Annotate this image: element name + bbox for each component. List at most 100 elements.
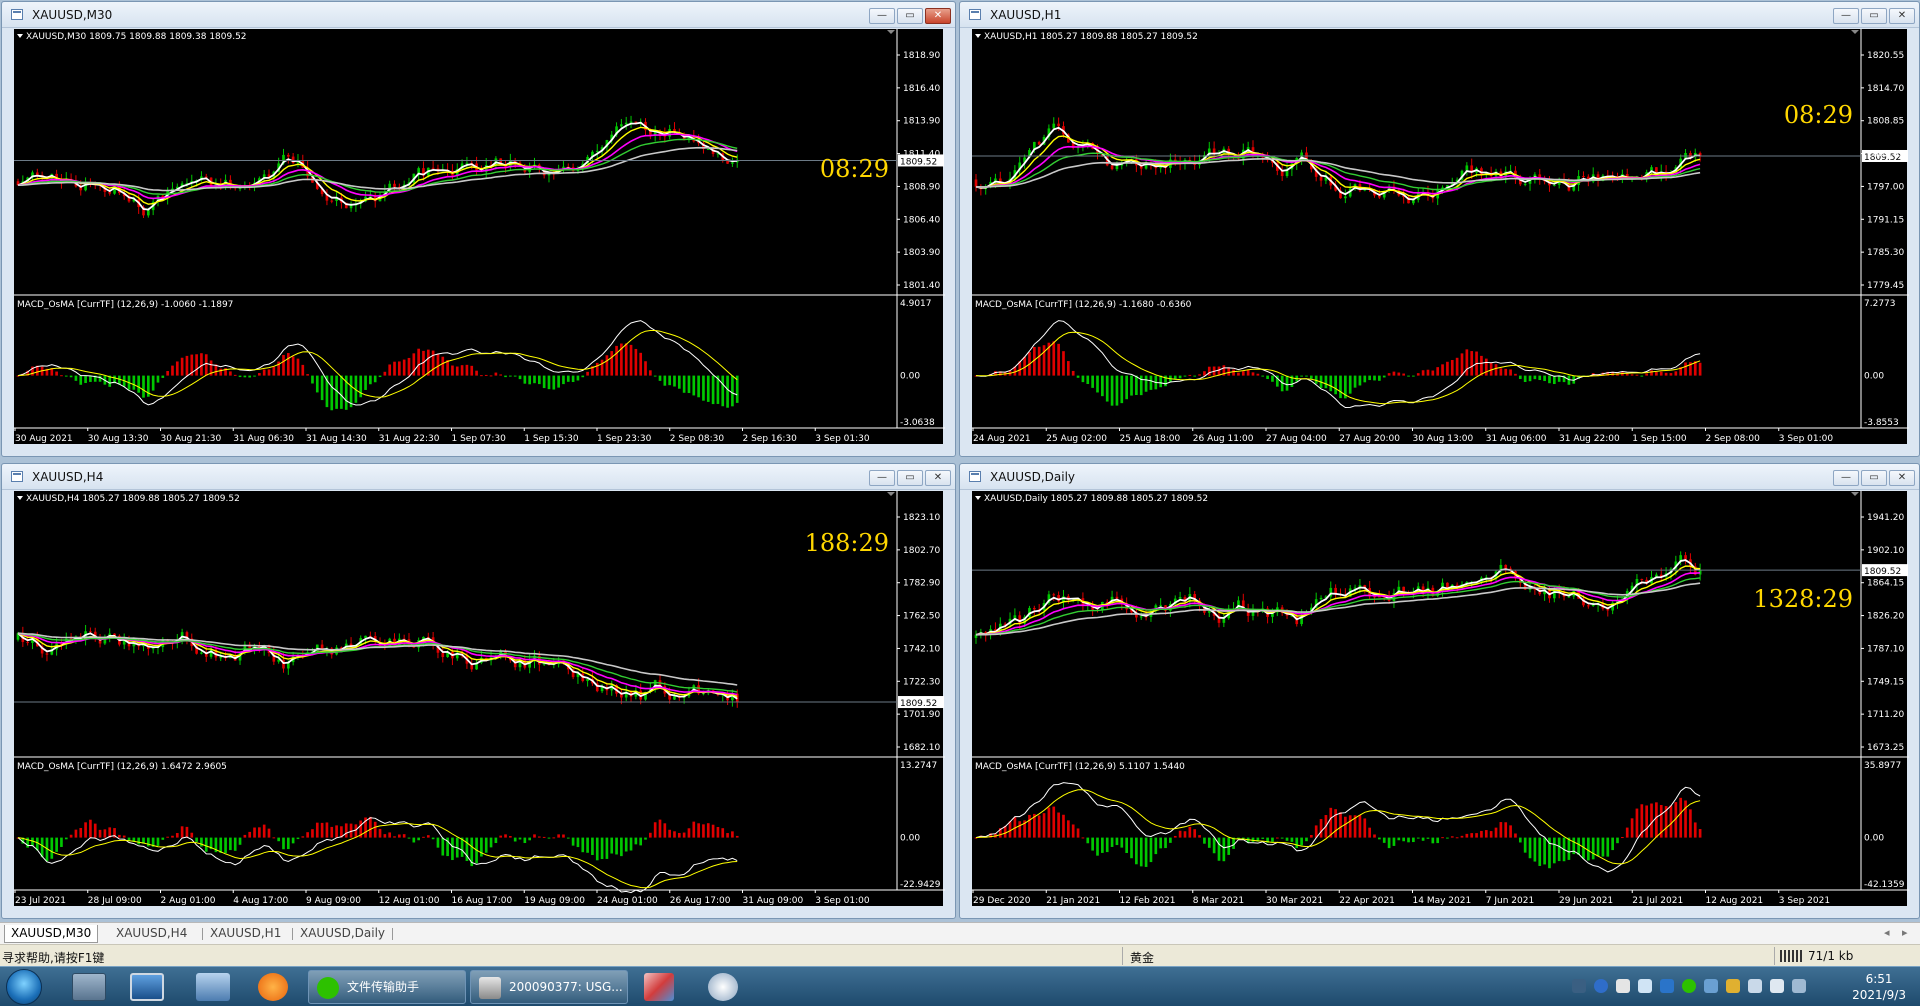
osma-bar [1120,837,1124,848]
tray-help-icon[interactable] [1594,979,1608,993]
osma-bar [1470,351,1474,376]
paint-icon[interactable] [644,973,674,1001]
tray-pin-icon[interactable] [1638,979,1652,993]
osma-bar [537,836,541,838]
osma-bar [344,823,348,838]
tray-display-icon[interactable] [1792,979,1806,993]
chart-shift-marker-icon[interactable] [887,30,895,34]
time-tick-label: 9 Aug 09:00 [306,896,361,906]
info-dropdown-icon[interactable] [17,34,23,38]
maximize-button[interactable]: ▭ [1861,470,1887,486]
osma-bar [1480,355,1483,376]
tray-volume-icon[interactable] [1770,979,1784,993]
osma-bar [1436,367,1440,376]
tray-alert-icon[interactable] [1726,979,1740,993]
window-titlebar[interactable]: XAUUSD,M30 — ▭ ✕ [2,2,955,28]
minimize-button[interactable]: — [1833,8,1859,24]
close-button[interactable]: ✕ [925,470,951,486]
osma-bar [1057,343,1060,376]
osma-bar [586,371,589,376]
osma-bar [1645,805,1648,838]
osma-bar [200,353,203,376]
indicator-info-line: MACD_OsMA [CurrTF] (12,26,9) 5.1107 1.54… [975,762,1185,772]
info-dropdown-icon[interactable] [975,34,981,38]
osma-bar [1689,809,1692,838]
osma-bar [171,835,174,838]
maximize-button[interactable]: ▭ [897,470,923,486]
browser-icon[interactable] [258,973,288,1001]
tab-scroll-right-icon[interactable]: ▸ [1902,926,1908,939]
candle-body [1684,555,1687,560]
clock[interactable]: 6:51 2021/9/3 [1852,971,1906,1003]
osma-bar [69,834,73,838]
osma-bar [1698,829,1702,838]
tab-xauusd-h1[interactable]: XAUUSD,H1 [204,925,287,943]
start-button-icon[interactable] [6,969,42,1005]
tray-device-icon[interactable] [1704,979,1718,993]
chart-canvas[interactable]: 1809.52 1820.55 1814.70 1808.85 1802.85 1797.… [972,29,1909,444]
taskbar-task-mt4[interactable]: 200090377: USG... [470,970,628,1004]
network-icon[interactable] [196,973,230,1001]
tray-wechat-icon[interactable] [1682,979,1696,993]
close-button[interactable]: ✕ [1889,470,1915,486]
chart-window-xauusd-h4[interactable]: XAUUSD,H4 — ▭ ✕ 1809.52 1823.10 1802.70 178… [1,463,956,919]
candle-body [1528,588,1532,590]
chart-window-xauusd-h1[interactable]: XAUUSD,H1 — ▭ ✕ 1809.52 1820.55 1814.70 180… [959,1,1920,457]
macd-line [17,817,738,894]
tab-xauusd-daily[interactable]: XAUUSD,Daily [294,925,391,943]
chart-shift-marker-icon[interactable] [887,492,895,496]
tray-keyboard-icon[interactable] [1572,979,1586,993]
taskbar-task-wechat[interactable]: 文件传输助手 [308,970,466,1004]
osma-bar [1042,813,1046,838]
osma-bar [330,826,334,838]
tab-xauusd-h4[interactable]: XAUUSD,H4 [110,925,193,943]
app-icon[interactable] [708,973,738,1001]
chart-shift-marker-icon[interactable] [1851,30,1859,34]
window-titlebar[interactable]: XAUUSD,Daily — ▭ ✕ [960,464,1919,490]
time-tick-label: 31 Aug 22:30 [379,434,440,444]
chart-window-xauusd-daily[interactable]: XAUUSD,Daily — ▭ ✕ 1809.52 1941.20 1902.10… [959,463,1920,919]
osma-bar [547,837,551,839]
minimize-button[interactable]: — [1833,470,1859,486]
candle-body [1207,611,1211,613]
close-button[interactable]: ✕ [925,8,951,24]
osma-bar [1538,375,1542,381]
osma-bar [1455,837,1459,839]
time-tick-label: 29 Dec 2020 [973,896,1031,906]
osma-bar [282,354,285,376]
chart-canvas[interactable]: 1809.52 1941.20 1902.10 1864.15 1826.20 1787.… [972,491,1909,906]
minimize-button[interactable]: — [869,470,895,486]
info-dropdown-icon[interactable] [975,496,981,500]
info-dropdown-icon[interactable] [17,496,23,500]
time-tick-label: 1 Sep 15:00 [1632,434,1687,444]
chart-shift-marker-icon[interactable] [1851,492,1859,496]
maximize-button[interactable]: ▭ [897,8,923,24]
tray-network-icon[interactable] [1748,979,1762,993]
price-badge-label: 1809.52 [1864,567,1901,577]
chart-canvas[interactable]: 1809.52 1818.90 1816.40 1813.90 1811.40 1808.… [14,29,945,444]
chart-window-xauusd-m30[interactable]: XAUUSD,M30 — ▭ ✕ 1809.52 1818.90 1816.40 18… [1,1,956,457]
window-titlebar[interactable]: XAUUSD,H4 — ▭ ✕ [2,464,955,490]
explorer-icon[interactable] [72,973,106,1001]
minimize-button[interactable]: — [869,8,895,24]
window-titlebar[interactable]: XAUUSD,H1 — ▭ ✕ [960,2,1919,28]
osma-bar [1455,357,1459,376]
candle-body [673,696,676,700]
connection-bars-icon [1780,950,1802,962]
osma-bar [658,375,662,381]
tray-shield-icon[interactable] [1660,979,1674,993]
tab-scroll-left-icon[interactable]: ◂ [1884,926,1890,939]
osma-bar [1154,837,1158,855]
maximize-button[interactable]: ▭ [1861,8,1887,24]
close-button[interactable]: ✕ [1889,8,1915,24]
tab-xauusd-m30[interactable]: XAUUSD,M30 [4,925,99,943]
tray-settings-icon[interactable] [1616,979,1630,993]
candle-body [1222,618,1226,623]
chart-canvas[interactable]: 1809.52 1823.10 1802.70 1782.90 1762.50 1742.… [14,491,945,906]
osma-bar [1460,835,1464,838]
indicator-tick-label: 35.8977 [1864,761,1901,771]
osma-bar [74,375,78,381]
osma-bar [581,837,585,853]
desktop-icon[interactable] [130,973,164,1001]
osma-bar [697,823,700,838]
